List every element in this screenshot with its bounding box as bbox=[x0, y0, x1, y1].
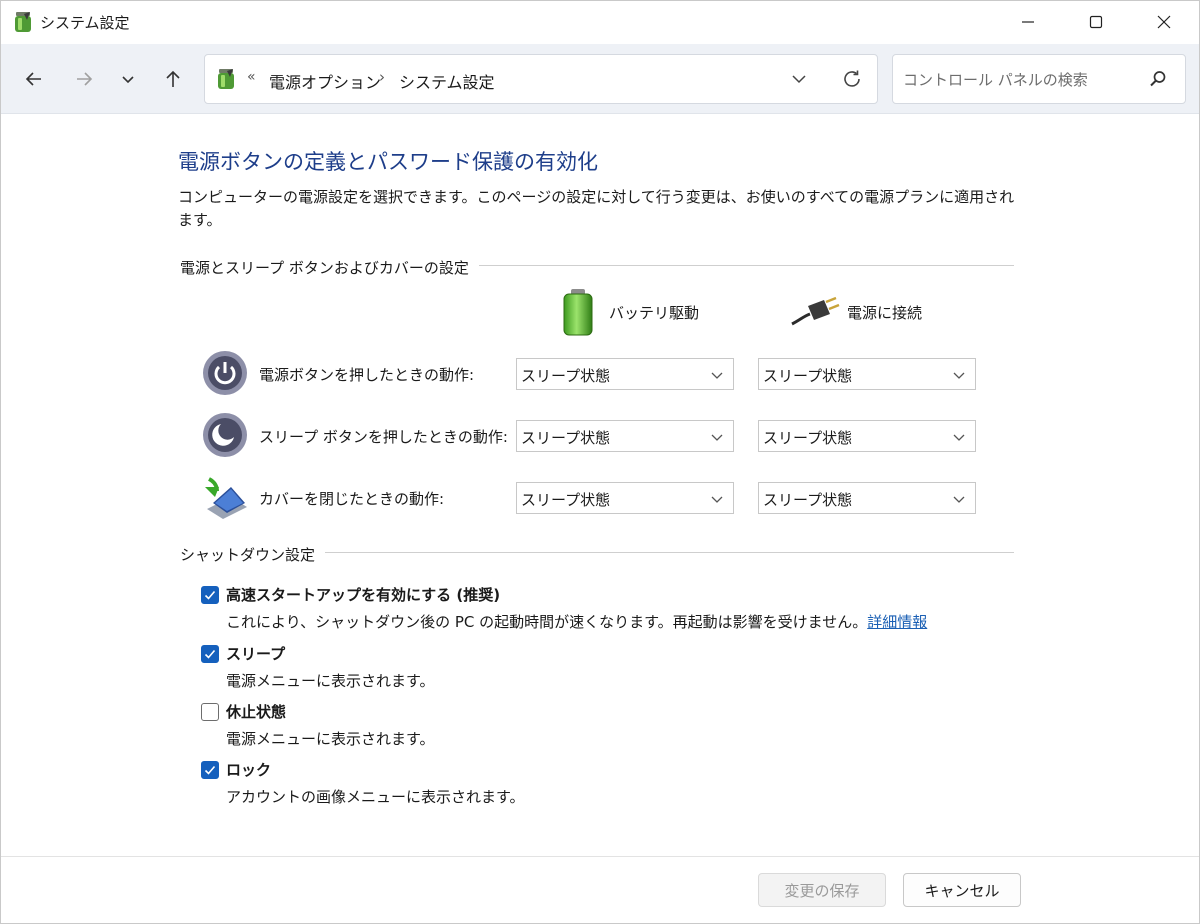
sleep-description: 電源メニューに表示されます。 bbox=[226, 672, 435, 690]
fast-startup-checkbox[interactable] bbox=[201, 586, 219, 604]
close-button[interactable] bbox=[1130, 0, 1198, 44]
recent-locations-button[interactable] bbox=[115, 66, 141, 92]
lock-label[interactable]: ロック bbox=[226, 759, 271, 780]
checkmark-icon bbox=[204, 765, 216, 775]
navigation-bar: « 電源オプション › システム設定 コントロール パネルの検索 bbox=[0, 44, 1200, 114]
page-description: コンピューターの電源設定を選択できます。このページの設定に対して行う変更は、お使… bbox=[178, 188, 1015, 229]
forward-button[interactable] bbox=[71, 66, 97, 92]
breadcrumb-overflow[interactable]: « bbox=[247, 69, 256, 85]
search-box[interactable]: コントロール パネルの検索 bbox=[892, 54, 1186, 104]
chevron-down-icon bbox=[711, 496, 723, 503]
lock-checkbox[interactable] bbox=[201, 761, 219, 779]
back-button[interactable] bbox=[21, 66, 47, 92]
checkmark-icon bbox=[204, 590, 216, 600]
window-title: システム設定 bbox=[40, 14, 130, 32]
chevron-down-icon bbox=[711, 372, 723, 379]
window-border bbox=[0, 0, 1200, 924]
sleep-button-icon bbox=[203, 413, 247, 457]
power-plug-icon bbox=[791, 296, 840, 326]
chevron-down-icon[interactable] bbox=[789, 69, 809, 89]
hibernate-label[interactable]: 休止状態 bbox=[226, 701, 286, 722]
maximize-icon bbox=[1089, 15, 1103, 29]
battery-icon bbox=[563, 289, 593, 336]
breadcrumb-system-settings[interactable]: システム設定 bbox=[399, 69, 495, 93]
checkmark-icon bbox=[204, 649, 216, 659]
refresh-icon[interactable] bbox=[841, 68, 863, 90]
sleep-button-battery-select[interactable]: スリープ状態 bbox=[516, 420, 734, 452]
select-value: スリープ状態 bbox=[763, 491, 853, 509]
maximize-button[interactable] bbox=[1062, 0, 1130, 44]
chevron-down-icon bbox=[122, 76, 134, 84]
power-button-icon bbox=[203, 351, 247, 395]
close-icon bbox=[1157, 15, 1171, 29]
sleep-checkbox[interactable] bbox=[201, 645, 219, 663]
laptop-lid-icon bbox=[205, 477, 247, 519]
power-options-icon bbox=[218, 69, 234, 89]
footer-divider bbox=[0, 856, 1200, 857]
close-lid-battery-select[interactable]: スリープ状態 bbox=[516, 482, 734, 514]
fast-startup-desc-text: これにより、シャットダウン後の PC の起動時間が速くなります。再起動は影響を受… bbox=[226, 613, 868, 631]
power-button-plugged-select[interactable]: スリープ状態 bbox=[758, 358, 976, 390]
close-lid-plugged-select[interactable]: スリープ状態 bbox=[758, 482, 976, 514]
hibernate-description: 電源メニューに表示されます。 bbox=[226, 730, 435, 748]
arrow-right-icon bbox=[77, 72, 93, 86]
address-bar[interactable]: « 電源オプション › システム設定 bbox=[204, 54, 878, 104]
power-button-battery-select[interactable]: スリープ状態 bbox=[516, 358, 734, 390]
up-button[interactable] bbox=[160, 66, 186, 92]
arrow-up-icon bbox=[166, 70, 180, 87]
sleep-button-plugged-select[interactable]: スリープ状態 bbox=[758, 420, 976, 452]
title-bar: システム設定 bbox=[0, 0, 1200, 44]
search-icon[interactable] bbox=[1148, 69, 1168, 89]
power-options-icon bbox=[15, 12, 31, 32]
select-value: スリープ状態 bbox=[521, 429, 611, 447]
close-lid-label: カバーを閉じたときの動作: bbox=[259, 490, 445, 508]
shutdown-group-title: シャットダウン設定 bbox=[180, 544, 326, 565]
cancel-button[interactable]: キャンセル bbox=[903, 873, 1021, 907]
lock-description: アカウントの画像メニューに表示されます。 bbox=[226, 788, 525, 806]
power-button-label: 電源ボタンを押したときの動作: bbox=[259, 366, 475, 384]
chevron-down-icon bbox=[953, 372, 965, 379]
sleep-button-label: スリープ ボタンを押したときの動作: bbox=[259, 428, 508, 446]
fast-startup-label[interactable]: 高速スタートアップを有効にする (推奨) bbox=[226, 584, 500, 605]
battery-column-header: バッテリ駆動 bbox=[609, 304, 700, 322]
select-value: スリープ状態 bbox=[521, 367, 611, 385]
plugged-in-column-header: 電源に接続 bbox=[847, 304, 923, 322]
minimize-button[interactable] bbox=[994, 0, 1062, 44]
breadcrumb-power-options[interactable]: 電源オプション bbox=[269, 69, 381, 93]
breadcrumb-separator[interactable]: › bbox=[379, 68, 385, 86]
chevron-down-icon bbox=[711, 434, 723, 441]
power-group-title: 電源とスリープ ボタンおよびカバーの設定 bbox=[180, 257, 479, 278]
search-placeholder: コントロール パネルの検索 bbox=[903, 71, 1088, 89]
hibernate-checkbox[interactable] bbox=[201, 703, 219, 721]
fast-startup-description: これにより、シャットダウン後の PC の起動時間が速くなります。再起動は影響を受… bbox=[226, 611, 927, 632]
save-changes-button[interactable]: 変更の保存 bbox=[758, 873, 886, 907]
select-value: スリープ状態 bbox=[763, 367, 853, 385]
minimize-icon bbox=[1022, 21, 1034, 23]
select-value: スリープ状態 bbox=[763, 429, 853, 447]
chevron-down-icon bbox=[953, 434, 965, 441]
sleep-label[interactable]: スリープ bbox=[226, 643, 285, 664]
chevron-down-icon bbox=[953, 496, 965, 503]
arrow-left-icon bbox=[25, 72, 41, 86]
select-value: スリープ状態 bbox=[521, 491, 611, 509]
page-title: 電源ボタンの定義とパスワード保護の有効化 bbox=[178, 150, 598, 174]
more-info-link[interactable]: 詳細情報 bbox=[867, 613, 927, 631]
